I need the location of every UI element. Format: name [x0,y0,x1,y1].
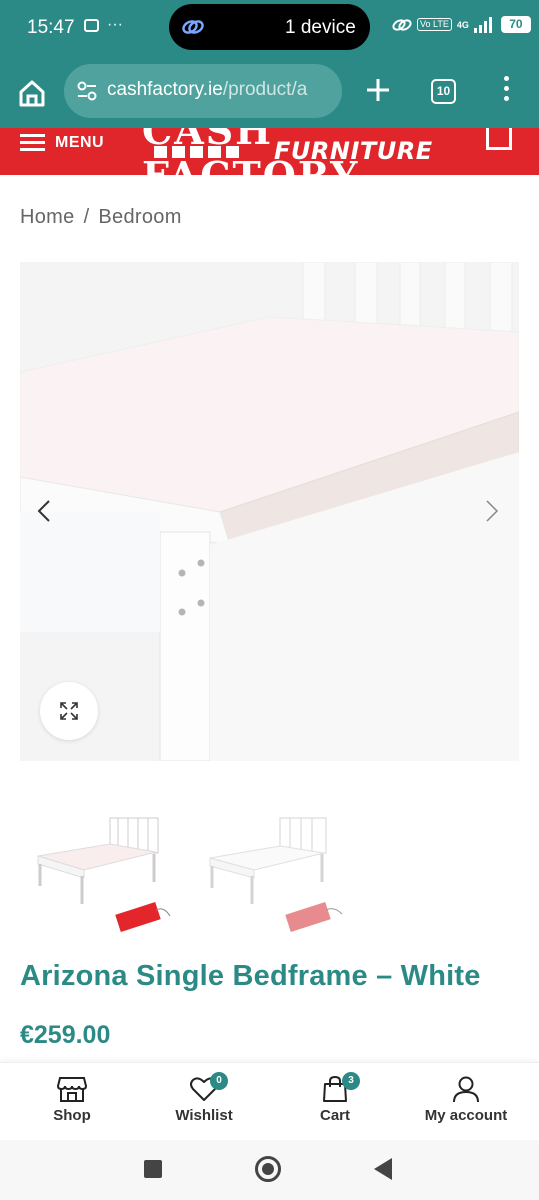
link-icon [182,20,204,34]
dynamic-island[interactable]: 1 device [169,4,370,50]
nav-wishlist[interactable]: 0 Wishlist [149,1072,259,1124]
back-icon[interactable] [374,1158,392,1180]
nav-shop-label: Shop [53,1107,91,1124]
user-icon [453,1076,479,1103]
home-icon[interactable] [17,78,47,108]
nav-account[interactable]: My account [411,1075,521,1124]
nav-cart[interactable]: 3 Cart [280,1072,390,1124]
volte-icon: Vo LTE [417,18,452,31]
nav-cart-label: Cart [319,1107,350,1124]
thumbnail-2[interactable] [202,808,352,938]
site-logo[interactable]: CASH FACTORY FURNITURE [140,128,433,175]
system-navigation [0,1140,539,1200]
nav-account-label: My account [424,1107,508,1124]
cart-count-badge: 3 [342,1072,360,1090]
furniture-icons [154,146,239,158]
notification-icons: ··· [84,16,123,34]
thumbnail-1[interactable] [32,808,182,938]
site-settings-icon[interactable] [76,80,98,102]
recent-apps-icon[interactable] [144,1160,162,1178]
battery-icon: 70 [500,16,531,33]
address-bar[interactable]: cashfactory.ie/product/a [64,64,342,118]
menu-label: MENU [55,133,105,151]
status-time: 15:47 [27,17,75,38]
hamburger-icon [20,130,45,155]
tab-switcher-button[interactable]: 10 [431,79,456,104]
nav-wishlist-label: Wishlist [175,1107,233,1124]
menu-button[interactable]: MENU [20,130,104,155]
url-text: cashfactory.ie/product/a [107,79,335,101]
browser-toolbar: cashfactory.ie/product/a 10 [0,56,539,128]
chevron-left-icon[interactable] [36,498,52,524]
chevron-right-icon[interactable] [484,498,500,524]
network-type: 4G [456,19,469,30]
status-bar: 15:47 ··· 1 device Vo LTE 4G 70 [0,0,539,56]
breadcrumb-home[interactable]: Home [20,206,75,229]
thumbnail-bed-image [37,817,171,933]
url-path: /product/a [222,79,308,100]
thumbnail-bed-image [209,817,343,933]
system-home-icon[interactable] [255,1156,281,1182]
signal-icon [473,16,492,33]
fullscreen-button[interactable] [40,682,98,740]
status-right-icons: Vo LTE 4G 70 [392,16,531,33]
fullscreen-icon [60,702,78,720]
logo-bottom-text: FURNITURE [274,137,433,165]
breadcrumb-bedroom[interactable]: Bedroom [98,206,181,229]
breadcrumb: Home / Bedroom [20,206,182,229]
url-domain: cashfactory.ie [107,79,223,100]
nav-shop[interactable]: Shop [17,1075,127,1124]
breadcrumb-separator: / [83,206,90,228]
store-icon [57,1077,87,1102]
more-vert-icon[interactable] [500,76,512,106]
device-pill-label: 1 device [285,17,356,38]
more-notifications-icon: ··· [107,16,123,33]
message-icon [84,18,99,32]
site-header: MENU CASH FACTORY FURNITURE [0,128,539,175]
shopping-bag-icon[interactable] [486,128,512,150]
wishlist-count-badge: 0 [210,1072,228,1090]
product-title: Arizona Single Bedframe – White [20,960,481,992]
bottom-nav: Shop 0 Wishlist 3 Cart My account [0,1062,539,1140]
product-price: €259.00 [20,1021,111,1049]
link-status-icon [392,18,412,31]
new-tab-icon[interactable] [364,76,392,104]
